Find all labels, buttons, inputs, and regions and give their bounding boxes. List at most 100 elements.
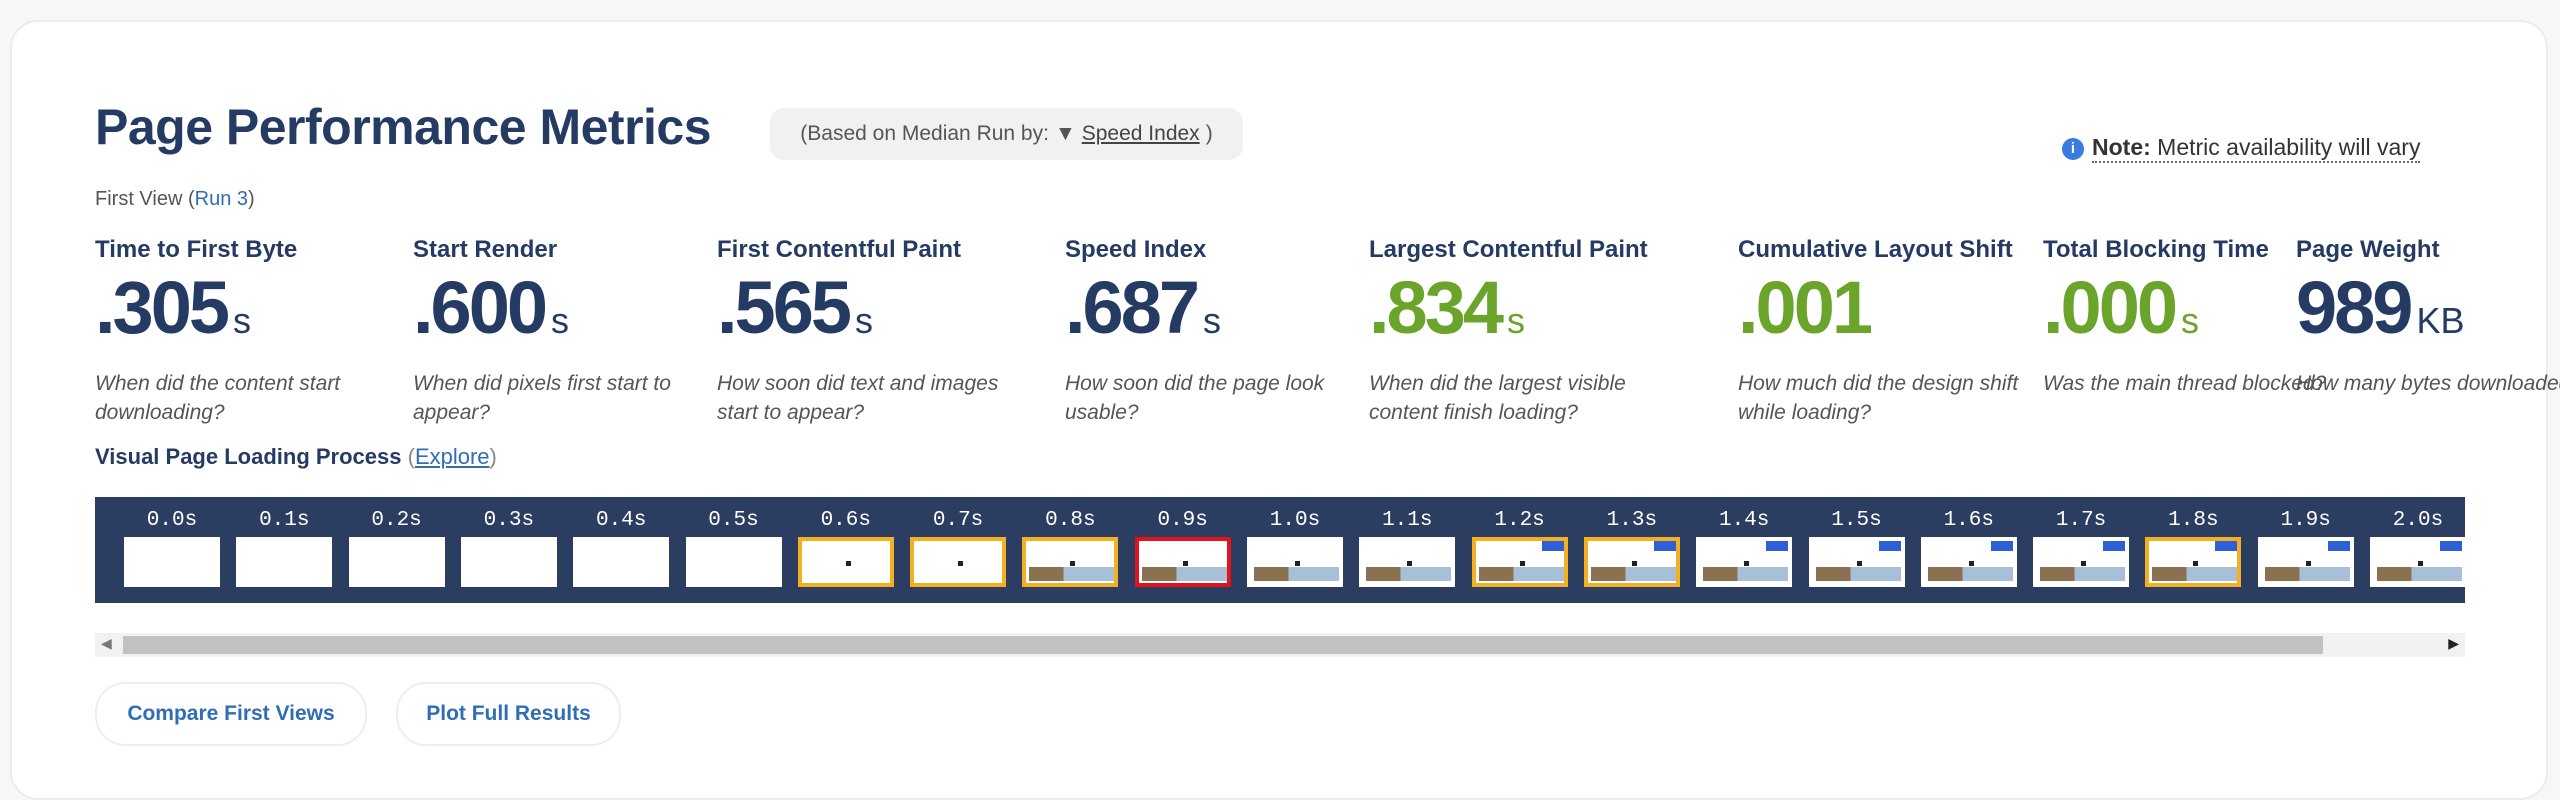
- plot-full-results-button[interactable]: Plot Full Results: [396, 682, 621, 746]
- frame-time: 1.3s: [1606, 509, 1658, 532]
- filmstrip-scrollbar[interactable]: ◀ ▶: [95, 633, 2465, 657]
- metric-time-to-first-byte: Time to First Byte .305 s When did the co…: [95, 236, 385, 427]
- metric-value: .834 s: [1369, 268, 1659, 361]
- filmstrip-frame[interactable]: 0.1s: [228, 497, 340, 587]
- filmstrip-frame[interactable]: 1.8s: [2137, 497, 2249, 587]
- frame-banner: [2215, 541, 2238, 551]
- frame-thumbnail[interactable]: [2370, 537, 2465, 587]
- frame-thumbnail[interactable]: [1247, 537, 1343, 587]
- view-label: First View (Run 3): [95, 188, 255, 211]
- filmstrip-frame[interactable]: 1.9s: [2250, 497, 2362, 587]
- metric-first-contentful-paint: First Contentful Paint .565 s How soon di…: [717, 236, 1007, 427]
- metric-label: Total Blocking Time: [2043, 236, 2269, 263]
- filmstrip-frame[interactable]: 1.0s: [1239, 497, 1351, 587]
- frame-image: [1478, 567, 1564, 581]
- filmstrip-frame[interactable]: 1.2s: [1464, 497, 1576, 587]
- metric-availability-note[interactable]: i Note: Metric availability will vary: [2062, 134, 2421, 163]
- frame-thumbnail[interactable]: [236, 537, 333, 587]
- filmstrip-frame[interactable]: 0.9s: [1127, 497, 1239, 587]
- filmstrip-frame[interactable]: 1.7s: [2025, 497, 2137, 587]
- median-prefix: (Based on Median Run by:: [800, 122, 1049, 145]
- filmstrip-frame[interactable]: 0.6s: [790, 497, 902, 587]
- frame-time: 1.2s: [1494, 509, 1545, 532]
- explore-link[interactable]: Explore: [415, 444, 490, 469]
- median-run-selector[interactable]: (Based on Median Run by: ▼ Speed Index): [770, 108, 1243, 160]
- metric-number: .001: [1738, 266, 1873, 349]
- first-view-text: First View (: [95, 188, 195, 210]
- frame-thumbnail[interactable]: [2033, 537, 2130, 587]
- metric-label: Largest Contentful Paint: [1369, 236, 1648, 263]
- metric-value: 989 KB: [2296, 268, 2560, 361]
- filmstrip-frame[interactable]: 1.1s: [1351, 497, 1463, 587]
- scroll-right-icon[interactable]: ▶: [2448, 635, 2459, 652]
- frame-thumbnail[interactable]: [1920, 537, 2017, 587]
- filmstrip-frame[interactable]: 0.0s: [116, 497, 228, 587]
- metric-number: .687: [1065, 266, 1200, 349]
- metric-label: First Contentful Paint: [717, 236, 961, 263]
- scrollbar-thumb[interactable]: [123, 636, 2323, 654]
- frame-thumbnail[interactable]: [685, 537, 782, 587]
- frame-image: [1590, 567, 1676, 581]
- filmstrip-frame[interactable]: 1.3s: [1576, 497, 1688, 587]
- frame-image: [1703, 567, 1789, 581]
- frame-thumbnail[interactable]: [1134, 537, 1231, 587]
- filmstrip-frame[interactable]: 0.7s: [902, 497, 1014, 587]
- frame-banner: [2327, 541, 2350, 551]
- metric-unit: KB: [2416, 300, 2465, 341]
- metric-label: Page Weight: [2296, 236, 2440, 263]
- filmstrip-frame[interactable]: 0.3s: [453, 497, 565, 587]
- frame-thumbnail[interactable]: [1583, 537, 1680, 587]
- metric-unit: s: [855, 300, 874, 341]
- frame-thumbnail[interactable]: [1471, 537, 1568, 587]
- frame-thumbnail[interactable]: [124, 537, 220, 587]
- compare-first-views-button[interactable]: Compare First Views: [95, 682, 367, 746]
- frame-thumbnail[interactable]: [348, 537, 445, 587]
- frame-time: 0.6s: [820, 509, 871, 532]
- frame-content: [2418, 561, 2423, 566]
- run-link[interactable]: Run 3: [195, 188, 248, 210]
- frame-thumbnail[interactable]: [1022, 537, 1119, 587]
- filmstrip-frame[interactable]: 0.4s: [565, 497, 677, 587]
- frame-image: [1366, 567, 1452, 581]
- frame-thumbnail[interactable]: [460, 537, 557, 587]
- filmstrip-frame[interactable]: 0.8s: [1014, 497, 1126, 587]
- filmstrip-frame[interactable]: 1.5s: [1801, 497, 1913, 587]
- paren: ): [489, 444, 497, 469]
- frame-thumbnail[interactable]: [1696, 537, 1793, 587]
- filmstrip-frame[interactable]: 2.0s: [2362, 497, 2465, 587]
- frame-time: 1.9s: [2280, 509, 2331, 532]
- frame-thumbnail[interactable]: [2257, 537, 2354, 587]
- frame-image: [1254, 567, 1339, 581]
- frame-content: [1182, 561, 1188, 566]
- metric-value: .600 s: [413, 268, 703, 361]
- filmstrip-frame[interactable]: 0.2s: [341, 497, 453, 587]
- metric-description: When did the largest visible content fin…: [1369, 372, 1626, 424]
- frame-thumbnail[interactable]: [1808, 537, 1905, 587]
- median-metric-link[interactable]: Speed Index: [1082, 122, 1200, 146]
- filmstrip-frame[interactable]: 0.5s: [678, 497, 790, 587]
- frame-thumbnail[interactable]: [2145, 537, 2242, 587]
- frame-time: 0.5s: [708, 509, 759, 532]
- metric-number: 989: [2296, 266, 2413, 349]
- frame-banner: [2103, 541, 2126, 551]
- frame-time: 1.0s: [1269, 509, 1321, 532]
- frame-thumbnail[interactable]: [1359, 537, 1456, 587]
- frame-content: [958, 561, 964, 566]
- filmstrip-title: Visual Page Loading Process (Explore): [95, 444, 497, 470]
- scroll-left-icon[interactable]: ◀: [101, 635, 112, 652]
- frame-thumbnail[interactable]: [910, 537, 1007, 587]
- metric-description: When did pixels first start to appear?: [413, 372, 671, 424]
- note-label: Note:: [2092, 134, 2151, 160]
- frame-thumbnail[interactable]: [573, 537, 670, 587]
- metric-speed-index: Speed Index .687 s How soon did the page …: [1065, 236, 1355, 427]
- metric-label: Cumulative Layout Shift: [1738, 236, 2013, 263]
- triangle-down-icon: ▼: [1054, 122, 1076, 145]
- filmstrip-frame[interactable]: 1.6s: [1913, 497, 2025, 587]
- frame-thumbnail[interactable]: [797, 537, 894, 587]
- metric-unit: s: [1507, 300, 1526, 341]
- frame-content: [1519, 561, 1525, 566]
- frame-image: [1141, 567, 1227, 581]
- frame-content: [2305, 561, 2311, 566]
- filmstrip-frame[interactable]: 1.4s: [1688, 497, 1800, 587]
- frame-content: [1295, 561, 1300, 566]
